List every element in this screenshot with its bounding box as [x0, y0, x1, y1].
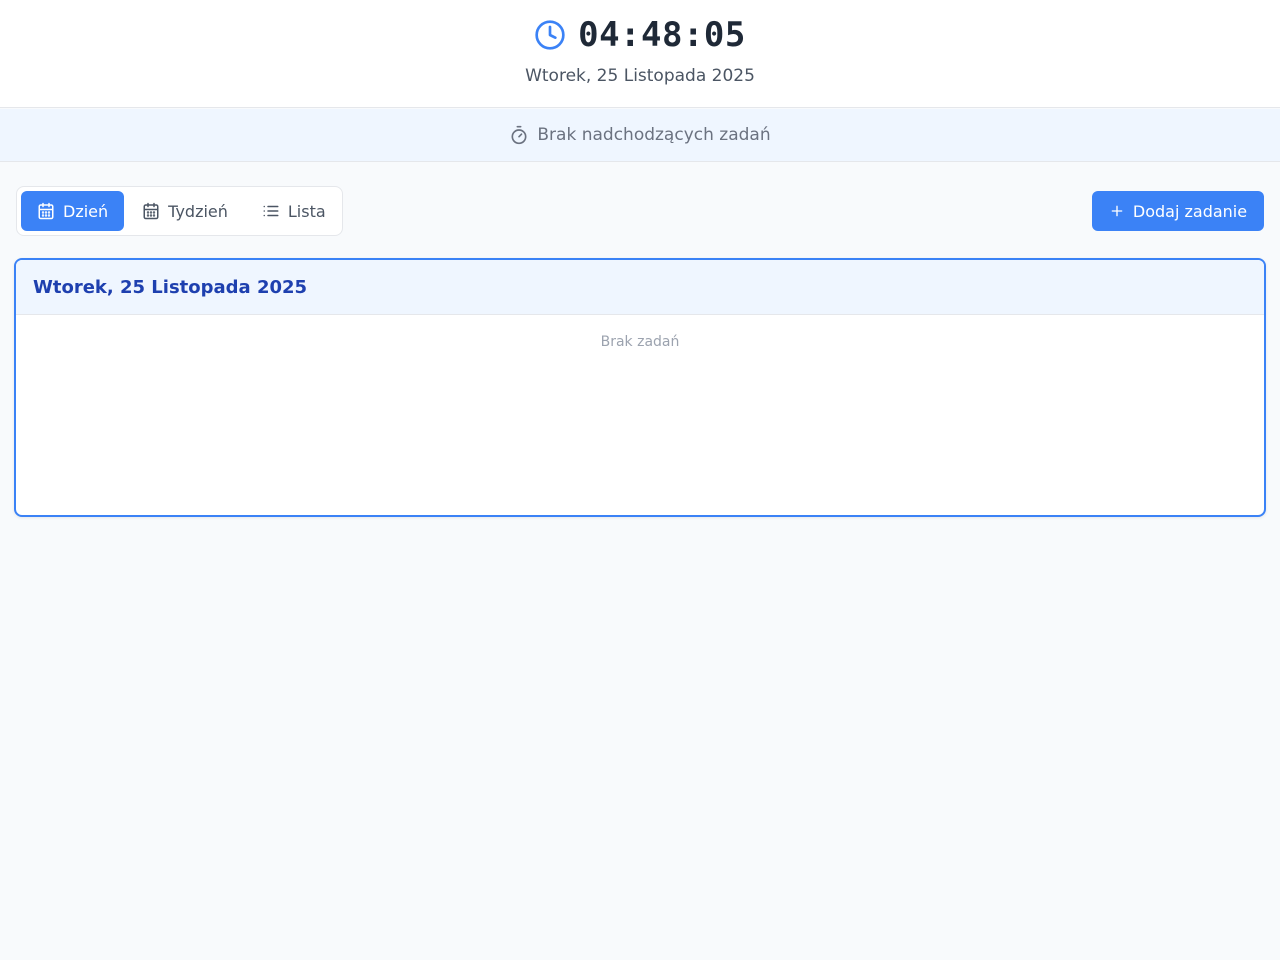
view-tab-week[interactable]: Tydzień [126, 191, 244, 231]
view-tab-label: Tydzień [168, 201, 228, 221]
empty-tasks-text: Brak zadań [600, 334, 680, 350]
view-tab-list[interactable]: Lista [246, 191, 342, 231]
clock-icon [535, 20, 565, 50]
upcoming-tasks-banner: Brak nadchodzących zadań [0, 109, 1280, 162]
list-icon [263, 205, 279, 217]
calendar-icon [143, 202, 159, 220]
add-task-label: Dodaj zadanie [1132, 201, 1248, 221]
view-tab-label: Lista [287, 201, 326, 221]
add-task-button[interactable]: Dodaj zadanie [1092, 191, 1264, 231]
view-switcher: Dzień Tydzień Lista [16, 186, 343, 236]
banner-text: Brak nadchodzących zadań [537, 125, 771, 145]
view-tab-label: Dzień [63, 201, 109, 221]
plus-icon [1111, 205, 1123, 217]
view-tab-day[interactable]: Dzień [21, 191, 125, 231]
app-header: 04:48:05 Wtorek, 25 Listopada 2025 [0, 0, 1280, 108]
day-card: Wtorek, 25 Listopada 2025 Brak zadań [14, 258, 1266, 517]
clock-time: 04:48:05 [578, 15, 746, 55]
timer-icon [511, 125, 527, 145]
calendar-icon [38, 202, 54, 220]
clock-row: 04:48:05 [0, 14, 1280, 56]
day-card-title: Wtorek, 25 Listopada 2025 [16, 260, 1264, 315]
header-date: Wtorek, 25 Listopada 2025 [525, 66, 755, 86]
